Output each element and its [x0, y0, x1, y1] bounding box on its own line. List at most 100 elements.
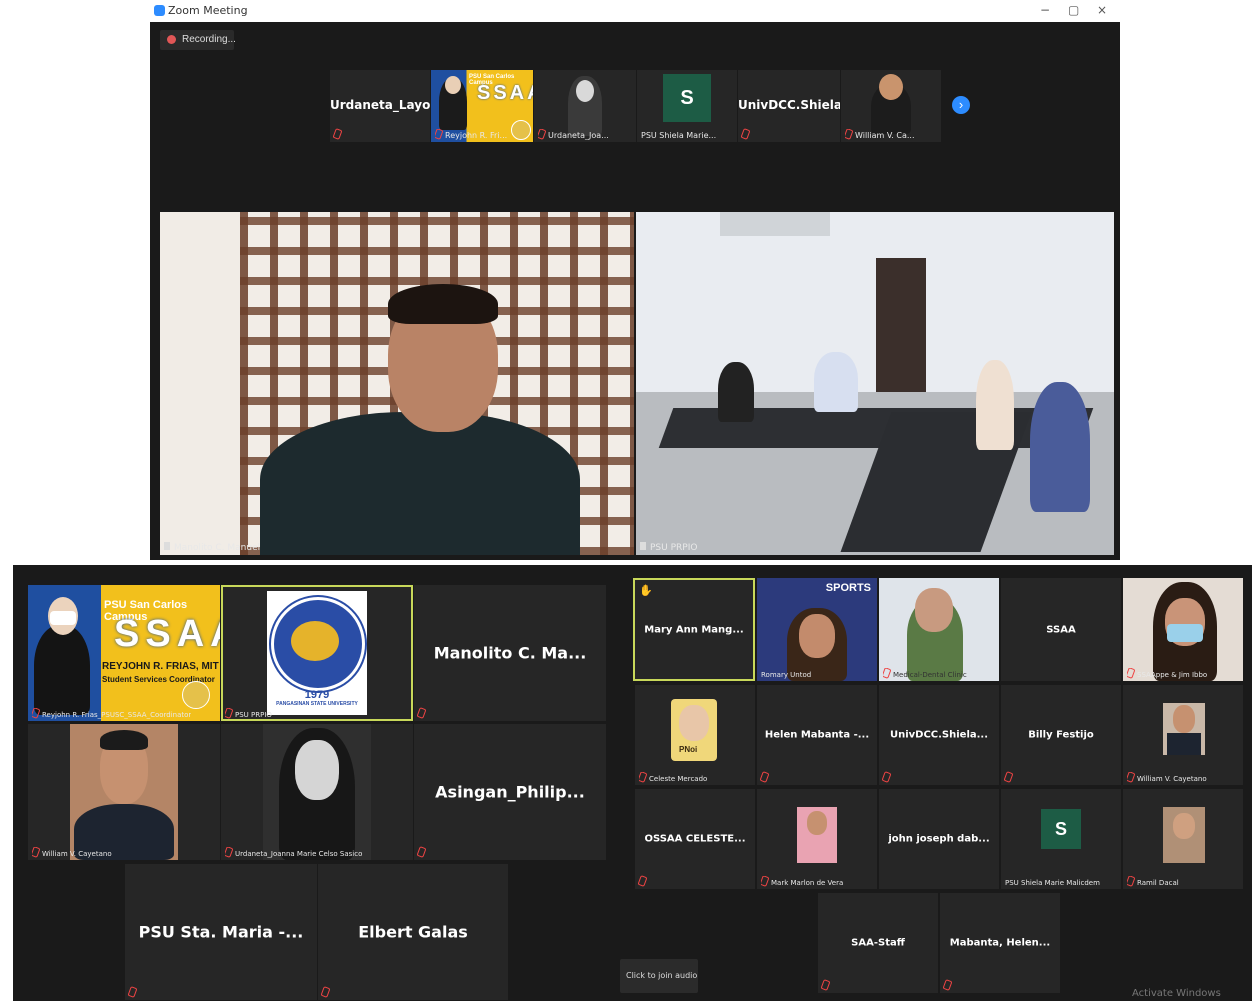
strip-tile[interactable]: PSU San Carlos Campus SSAA Reyjohn R. Fr…: [431, 70, 533, 142]
banner-sub-text: REYJOHN R. FRIAS, MIT: [102, 661, 219, 672]
face: [1173, 705, 1195, 733]
gallery-tile[interactable]: Urdaneta_Joanna Marie Celso Sasico: [221, 724, 413, 860]
mic-muted-icon: [332, 128, 343, 140]
banner-big-text: SSAA: [477, 82, 533, 104]
gallery-tile[interactable]: S PSU Shiela Marie Malicdem: [1001, 789, 1121, 889]
face: [295, 740, 339, 800]
gallery-tile[interactable]: Mark Marlon de Vera: [757, 789, 877, 889]
gallery-tile[interactable]: SSAAppe & Jim Ibbo: [1123, 578, 1243, 681]
participant-name: Reyjohn R. Frias_PSUSC_SSAA_Coordinator: [32, 708, 191, 719]
seal-icon: [511, 120, 531, 140]
gallery-tile[interactable]: Elbert Galas: [318, 864, 508, 1000]
face: [445, 76, 461, 94]
gallery-tile[interactable]: Manolito C. Ma...: [414, 585, 606, 721]
participant-name: SAA-Staff: [851, 937, 905, 949]
mic-muted-icon: [538, 129, 547, 140]
mic-muted-icon: [320, 986, 331, 998]
mic-muted-icon: [225, 847, 234, 858]
participant-name: Reyjohn R. Fri...: [435, 129, 507, 140]
mic-muted-icon: [761, 876, 770, 887]
gallery-tile[interactable]: PNoi Celeste Mercado: [635, 685, 755, 785]
participant-name: PSU Sta. Maria -...: [138, 922, 304, 942]
gallery-tile[interactable]: OSSAA CELESTE...: [635, 789, 755, 889]
gallery-tile[interactable]: William V. Cayetano: [28, 724, 220, 860]
participant-name: PSU PRPIO: [640, 542, 697, 553]
face-mask: [1167, 624, 1203, 642]
strip-tile[interactable]: S PSU Shiela Marie...: [637, 70, 737, 142]
gallery-tile[interactable]: SAA-Staff: [818, 893, 938, 993]
gallery-tile[interactable]: Helen Mabanta -...: [757, 685, 877, 785]
seal-icon: [182, 681, 210, 709]
gallery-tile[interactable]: Ramil Dacal: [1123, 789, 1243, 889]
person-suit: [1167, 733, 1201, 755]
close-button[interactable]: ×: [1097, 3, 1107, 17]
gallery-tile[interactable]: Mabanta, Helen...: [940, 893, 1060, 993]
gallery-tile[interactable]: ✋ Mary Ann Mang...: [633, 578, 755, 681]
face: [879, 74, 903, 100]
participant-name: Romary Untod: [761, 671, 812, 679]
gallery-tile[interactable]: PSU Sta. Maria -...: [125, 864, 317, 1000]
gallery-tile[interactable]: Asingan_Philip...: [414, 724, 606, 860]
lion-emblem-icon: [291, 621, 339, 661]
main-video-room[interactable]: PSU PRPIO: [636, 212, 1114, 555]
gallery-tile[interactable]: john joseph dab...: [879, 789, 999, 889]
banner-text: SPORTS: [825, 582, 871, 594]
shirt: [260, 412, 580, 555]
gallery-tile[interactable]: 1979 PANGASINAN STATE UNIVERSITY PSU PRP…: [221, 585, 413, 721]
participant-name: Mary Ann Mang...: [644, 624, 744, 635]
gallery-tile[interactable]: UnivDCC.Shiela...: [879, 685, 999, 785]
main-video-speaker[interactable]: Manolito C. Manuel: [160, 212, 634, 555]
participant-name: William V. Cayetano: [32, 847, 112, 858]
person: [718, 362, 754, 422]
mic-muted-icon: [1003, 771, 1014, 783]
badge-text: PNoi: [679, 745, 698, 754]
gallery-tile[interactable]: William V. Cayetano: [1123, 685, 1243, 785]
participant-name: PSU Shiela Marie Malicdem: [1005, 879, 1100, 887]
mic-muted-icon: [1127, 876, 1136, 887]
mic-muted-icon: [127, 986, 138, 998]
gallery-tile[interactable]: SSAA: [1001, 578, 1121, 681]
seal-text: PANGASINAN STATE UNIVERSITY: [276, 701, 358, 707]
face: [799, 614, 835, 658]
door: [876, 258, 926, 408]
face: [1173, 813, 1195, 839]
face-mask: [50, 611, 76, 625]
join-audio-button[interactable]: Click to join audio: [620, 959, 698, 993]
participant-name: Manolito C. Manuel: [164, 542, 260, 553]
recording-indicator[interactable]: Recording...: [160, 30, 236, 50]
gallery-tile[interactable]: SPORTS Romary Untod: [757, 578, 877, 681]
participant-name: Mabanta, Helen...: [949, 937, 1051, 949]
wall: [636, 212, 1114, 392]
participant-name: Medical-Dental Clinic: [883, 668, 967, 679]
mic-muted-icon: [1127, 772, 1136, 783]
strip-tile[interactable]: UnivDCC.Shiela...: [738, 70, 840, 142]
person: [976, 360, 1014, 450]
face: [679, 705, 709, 741]
person: [1030, 382, 1090, 512]
participant-name: Ramil Dacal: [1127, 876, 1179, 887]
participant-name: UnivDCC.Shiela...: [889, 729, 989, 741]
mic-muted-icon: [32, 847, 41, 858]
windows-activation-watermark: Activate Windows: [1132, 988, 1221, 999]
hair: [388, 284, 498, 324]
strip-tile[interactable]: Urdaneta_Joa...: [534, 70, 636, 142]
participant-name: Billy Festijo: [1028, 729, 1094, 741]
mic-muted-icon: [740, 128, 751, 140]
gallery-tile[interactable]: Billy Festijo: [1001, 685, 1121, 785]
participant-name: Elbert Galas: [358, 922, 468, 942]
participant-name: William V. Ca...: [845, 129, 915, 140]
mic-muted-icon: [416, 846, 427, 858]
strip-tile[interactable]: William V. Ca...: [841, 70, 941, 142]
participant-name: SSAA: [1046, 624, 1076, 635]
minimize-button[interactable]: −: [1040, 3, 1050, 17]
next-page-button[interactable]: ›: [952, 96, 970, 114]
gallery-tile[interactable]: Medical-Dental Clinic: [879, 578, 999, 681]
participant-name: Helen Mabanta -...: [764, 729, 870, 741]
person: [814, 352, 858, 412]
participant-name: Urdaneta_Layon...: [330, 98, 430, 112]
hair: [100, 730, 148, 750]
maximize-button[interactable]: ▢: [1068, 3, 1079, 17]
strip-tile[interactable]: Urdaneta_Layon...: [330, 70, 430, 142]
person-silhouette: [34, 625, 90, 715]
gallery-tile[interactable]: PSU San Carlos Campus SSAA REYJOHN R. FR…: [28, 585, 220, 721]
